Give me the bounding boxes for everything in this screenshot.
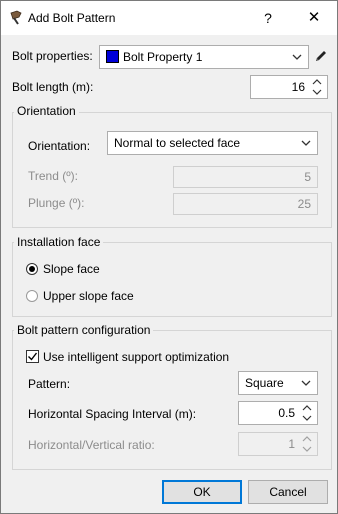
ratio-label: Horizontal/Vertical ratio: (28, 438, 155, 452)
trend-label: Trend (º): (28, 169, 78, 183)
ratio-value: 1 (288, 437, 295, 451)
dialog-window: Add Bolt Pattern ? ✕ Bolt properties: Bo… (0, 0, 338, 514)
chevron-down-icon (302, 446, 312, 452)
spacing-label: Horizontal Spacing Interval (m): (28, 407, 197, 421)
help-button[interactable]: ? (255, 5, 281, 31)
orientation-group-title: Orientation (14, 104, 79, 118)
chevron-down-icon (292, 54, 302, 60)
bolt-length-label: Bolt length (m): (12, 80, 94, 94)
chevron-down-icon[interactable] (300, 413, 314, 423)
radio-selected-dot (29, 266, 35, 272)
bolt-color-swatch (106, 50, 119, 63)
bolt-length-spinner[interactable]: 16 (250, 75, 328, 99)
slope-face-label[interactable]: Slope face (43, 262, 100, 276)
dialog-title: Add Bolt Pattern (28, 11, 116, 25)
trend-field: 5 (173, 166, 318, 188)
pattern-value: Square (245, 376, 284, 390)
chevron-down-icon[interactable] (310, 87, 324, 97)
pattern-label: Pattern: (28, 377, 71, 391)
installation-face-group (12, 242, 332, 317)
installation-face-group-title: Installation face (14, 235, 104, 249)
pencil-icon[interactable] (314, 49, 328, 63)
upper-slope-face-radio[interactable] (26, 290, 38, 302)
optimization-label[interactable]: Use intelligent support optimization (43, 350, 229, 364)
bolt-pattern-icon (10, 10, 22, 25)
ratio-spinner: 1 (238, 432, 318, 456)
close-button[interactable]: ✕ (301, 5, 327, 31)
plunge-field: 25 (173, 193, 318, 215)
orientation-label: Orientation: (28, 139, 91, 153)
spacing-value: 0.5 (278, 406, 295, 420)
spacing-spinner[interactable]: 0.5 (238, 401, 318, 425)
plunge-label: Plunge (º): (28, 196, 85, 210)
orientation-dropdown[interactable]: Normal to selected face (107, 131, 318, 155)
trend-value: 5 (304, 170, 311, 184)
optimization-checkbox[interactable] (26, 350, 39, 363)
chevron-up-icon (302, 436, 312, 442)
title-bar: Add Bolt Pattern ? ✕ (1, 1, 337, 35)
upper-slope-face-label[interactable]: Upper slope face (43, 289, 134, 303)
ok-button[interactable]: OK (162, 480, 242, 504)
bolt-pattern-configuration-group-title: Bolt pattern configuration (14, 323, 154, 337)
pattern-dropdown[interactable]: Square (238, 371, 318, 395)
bolt-length-value: 16 (291, 80, 305, 94)
bolt-properties-dropdown[interactable]: Bolt Property 1 (99, 45, 309, 69)
chevron-down-icon (301, 140, 311, 146)
bolt-properties-label: Bolt properties: (12, 49, 93, 63)
cancel-button[interactable]: Cancel (248, 480, 328, 504)
orientation-value: Normal to selected face (114, 136, 241, 150)
chevron-up-icon[interactable] (310, 77, 324, 87)
chevron-up-icon[interactable] (300, 403, 314, 413)
chevron-down-icon (301, 380, 311, 386)
bolt-properties-value: Bolt Property 1 (123, 50, 203, 64)
checkmark-icon (28, 352, 38, 361)
slope-face-radio[interactable] (26, 263, 38, 275)
plunge-value: 25 (297, 197, 311, 211)
